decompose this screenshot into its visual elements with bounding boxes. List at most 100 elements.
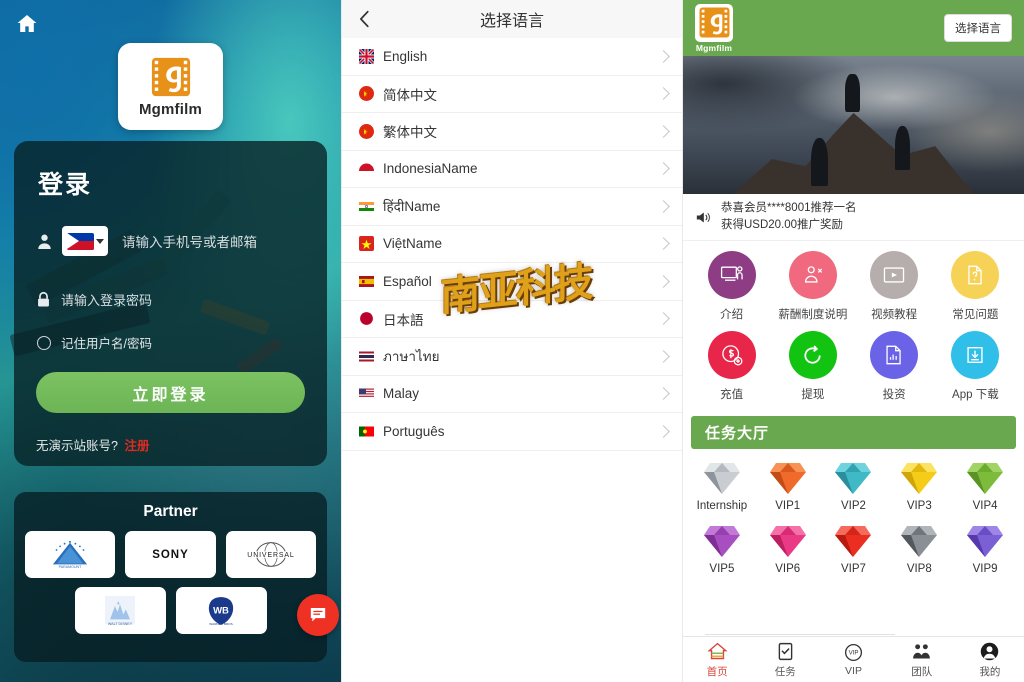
nav-item-profile[interactable]: 我的 bbox=[956, 637, 1024, 682]
vip-label: VIP5 bbox=[709, 563, 735, 575]
partner-row-2: WALT DISNEY WB WARNER BROS bbox=[25, 587, 316, 634]
diamond-icon bbox=[835, 526, 872, 557]
password-field-row[interactable]: 请输入登录密码 bbox=[36, 281, 305, 317]
login-panel: Mgmfilm 登录 请输入手机号或者邮箱 请输入登录密码 记住用户名/密码 立… bbox=[0, 0, 341, 682]
vip-item-vip9[interactable]: VIP9 bbox=[952, 524, 1018, 575]
country-code-select[interactable] bbox=[62, 226, 108, 256]
partner-logo-sony[interactable]: SONY bbox=[125, 531, 216, 578]
chevron-right-icon bbox=[657, 49, 670, 63]
quick-action-recharge[interactable]: 充值 bbox=[691, 331, 772, 402]
diamond-icon bbox=[769, 526, 806, 557]
phone-field-row[interactable]: 请输入手机号或者邮箱 bbox=[36, 223, 305, 259]
language-label: Português bbox=[383, 423, 445, 439]
language-item-simplified-chinese[interactable]: 简体中文 bbox=[342, 75, 682, 113]
remember-me-row[interactable]: 记住用户名/密码 bbox=[37, 333, 305, 352]
app-brand-name: Mgmfilm bbox=[695, 42, 733, 53]
partner-logo-paramount[interactable]: PARAMOUNT bbox=[25, 531, 116, 578]
partner-logo-disney[interactable]: WALT DISNEY bbox=[74, 587, 166, 634]
nav-item-home[interactable]: 首页 bbox=[683, 637, 751, 682]
announcement-line-1: 恭喜会员****8001推荐一名 bbox=[721, 202, 857, 215]
chevron-right-icon bbox=[657, 424, 670, 438]
quick-action-withdraw[interactable]: 提现 bbox=[772, 331, 853, 402]
phone-input[interactable]: 请输入手机号或者邮箱 bbox=[122, 231, 257, 251]
language-label: IndonesiaName bbox=[383, 161, 478, 177]
partner-logo-warnerbros[interactable]: WB WARNER BROS bbox=[175, 587, 267, 634]
vip-item-vip6[interactable]: VIP6 bbox=[755, 524, 821, 575]
register-link[interactable]: 注册 bbox=[124, 439, 149, 453]
vip-label: VIP3 bbox=[906, 500, 932, 512]
download-icon bbox=[951, 331, 1000, 379]
nav-item-vip[interactable]: VIP VIP bbox=[819, 637, 887, 682]
select-language-button[interactable]: 选择语言 bbox=[944, 14, 1012, 42]
chevron-right-icon bbox=[657, 387, 670, 401]
register-prompt-text: 无演示站账号? bbox=[36, 439, 118, 453]
nav-label: 首页 bbox=[706, 665, 728, 678]
language-item-portuguese[interactable]: Português bbox=[342, 413, 682, 451]
profile-icon bbox=[979, 641, 1000, 662]
vip-item-vip2[interactable]: VIP2 bbox=[821, 461, 887, 512]
quick-action-download[interactable]: App 下载 bbox=[935, 331, 1016, 402]
quick-action-label: 充值 bbox=[720, 389, 744, 401]
quick-action-video[interactable]: 视频教程 bbox=[854, 251, 935, 322]
svg-text:VIP: VIP bbox=[849, 650, 859, 657]
video-icon bbox=[870, 251, 919, 299]
speaker-icon bbox=[695, 210, 712, 225]
nav-item-team[interactable]: 团队 bbox=[888, 637, 956, 682]
vip-item-vip3[interactable]: VIP3 bbox=[886, 461, 952, 512]
language-item-traditional-chinese[interactable]: 繁体中文 bbox=[342, 113, 682, 151]
china-flag-icon bbox=[359, 86, 374, 102]
vip-item-vip7[interactable]: VIP7 bbox=[821, 524, 887, 575]
nav-label: VIP bbox=[845, 665, 862, 677]
svg-text:WALT DISNEY: WALT DISNEY bbox=[108, 622, 133, 626]
language-item-hindi[interactable]: हिंदीName bbox=[342, 188, 682, 226]
vip-item-vip4[interactable]: VIP4 bbox=[952, 461, 1018, 512]
language-item-english[interactable]: English bbox=[342, 38, 682, 76]
language-label: हिंदीName bbox=[383, 199, 441, 215]
bottom-navigation: 首页 任务 VIP VIP 团队 我的 bbox=[683, 636, 1024, 682]
mgmfilm-logo-icon bbox=[150, 56, 192, 98]
remember-me-radio[interactable] bbox=[37, 335, 51, 350]
quick-action-label: 薪酬制度说明 bbox=[778, 309, 848, 321]
hero-banner[interactable] bbox=[683, 56, 1024, 194]
quick-action-salary[interactable]: 薪酬制度说明 bbox=[772, 251, 853, 322]
quick-action-faq[interactable]: 常见问题 bbox=[935, 251, 1016, 322]
language-panel: 选择语言 English 简体中文 繁体中文 IndonesiaName हिं… bbox=[341, 0, 683, 682]
home-icon[interactable] bbox=[14, 12, 40, 36]
chevron-right-icon bbox=[657, 237, 670, 251]
vip-item-vip1[interactable]: VIP1 bbox=[755, 461, 821, 512]
nav-item-task[interactable]: 任务 bbox=[751, 637, 819, 682]
vip-label: VIP7 bbox=[841, 563, 866, 575]
app-home-panel: Mgmfilm 选择语言 恭喜会员****8001推荐一名 获得USD20.00… bbox=[683, 0, 1024, 682]
announcement-text: 恭喜会员****8001推荐一名 获得USD20.00推广奖励 bbox=[721, 200, 856, 233]
quick-action-intro[interactable]: 介绍 bbox=[691, 251, 772, 322]
banner-figure-main bbox=[845, 74, 860, 112]
recharge-icon bbox=[707, 331, 756, 379]
brand-name: Mgmfilm bbox=[138, 100, 203, 118]
quick-action-invest[interactable]: 投资 bbox=[854, 331, 935, 402]
vip-item-internship[interactable]: Internship bbox=[689, 461, 755, 512]
chevron-right-icon bbox=[657, 274, 670, 288]
vip-label: VIP1 bbox=[775, 500, 801, 512]
language-item-spanish[interactable]: Español bbox=[342, 263, 682, 301]
language-item-malay[interactable]: Malay bbox=[342, 375, 682, 413]
language-label: ViệtName bbox=[383, 236, 443, 252]
nav-label: 任务 bbox=[774, 665, 796, 678]
language-item-japanese[interactable]: 日本語 bbox=[342, 300, 682, 338]
language-item-thai[interactable]: ภาษาไทย bbox=[342, 338, 682, 376]
language-item-indonesia[interactable]: IndonesiaName bbox=[342, 150, 682, 188]
language-label: 日本語 bbox=[383, 312, 424, 328]
login-submit-button[interactable]: 立即登录 bbox=[36, 372, 305, 413]
language-panel-header: 选择语言 bbox=[342, 0, 682, 38]
vip-item-vip5[interactable]: VIP5 bbox=[689, 524, 755, 575]
quick-action-label: 提现 bbox=[801, 389, 825, 401]
partner-logo-universal[interactable]: UNIVERSAL bbox=[225, 531, 316, 578]
password-input[interactable]: 请输入登录密码 bbox=[61, 290, 152, 309]
chat-widget-button-login[interactable] bbox=[297, 594, 339, 636]
philippines-flag-icon bbox=[66, 232, 94, 250]
vip-item-vip8[interactable]: VIP8 bbox=[886, 524, 952, 575]
announcement-marquee[interactable]: 恭喜会员****8001推荐一名 获得USD20.00推广奖励 bbox=[683, 194, 1024, 241]
language-list: English 简体中文 繁体中文 IndonesiaName हिंदीNam… bbox=[342, 38, 682, 451]
remember-me-label: 记住用户名/密码 bbox=[61, 337, 152, 351]
banner-figure-left bbox=[811, 138, 828, 186]
language-item-vietnam[interactable]: ViệtName bbox=[342, 225, 682, 263]
